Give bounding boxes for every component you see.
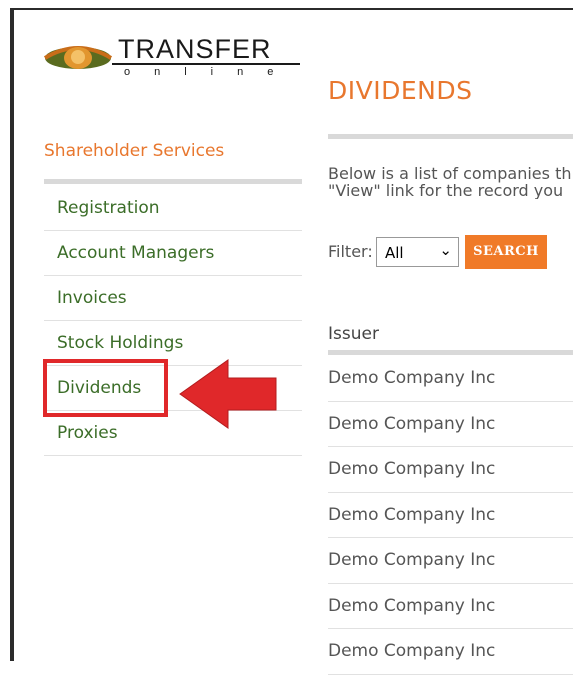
filter-label: Filter: (328, 242, 373, 261)
issuer-column-header: Issuer (328, 324, 379, 344)
frame-left-border (10, 8, 14, 661)
table-row: Demo Company Inc (328, 447, 573, 493)
page-title: DIVIDENDS (328, 76, 473, 105)
transfer-online-logo[interactable]: TRANSFER online (42, 34, 304, 84)
issuer-table: Demo Company Inc Demo Company Inc Demo C… (328, 356, 573, 675)
sidebar-item-account-managers[interactable]: Account Managers (44, 231, 302, 276)
sidebar-item-invoices[interactable]: Invoices (44, 276, 302, 321)
red-arrow-icon (179, 359, 277, 429)
table-row: Demo Company Inc (328, 538, 573, 584)
table-row: Demo Company Inc (328, 493, 573, 538)
dividends-highlight-box (43, 359, 168, 417)
description-line-2: "View" link for the record you (328, 181, 564, 199)
sidebar-divider (44, 179, 302, 184)
eye-logo-icon (43, 46, 113, 69)
table-header-divider (328, 350, 573, 355)
table-row: Demo Company Inc (328, 629, 573, 675)
table-row: Demo Company Inc (328, 356, 573, 402)
search-button[interactable]: SEARCH (465, 235, 547, 269)
page-description: Below is a list of companies th "View" l… (328, 165, 573, 199)
sidebar-heading: Shareholder Services (44, 141, 225, 161)
title-divider (328, 134, 573, 139)
chevron-down-icon: ⌄ (439, 241, 452, 259)
logo-subtitle: online (124, 66, 298, 78)
filter-select[interactable]: All ⌄ (376, 237, 459, 267)
table-row: Demo Company Inc (328, 584, 573, 629)
table-row: Demo Company Inc (328, 402, 573, 447)
logo-wordmark: TRANSFER (118, 34, 272, 64)
description-line-1: Below is a list of companies th (328, 165, 572, 183)
filter-select-value: All (385, 244, 404, 262)
sidebar-item-registration[interactable]: Registration (44, 186, 302, 231)
frame-top-border (10, 8, 573, 10)
logo-underline (112, 63, 300, 65)
